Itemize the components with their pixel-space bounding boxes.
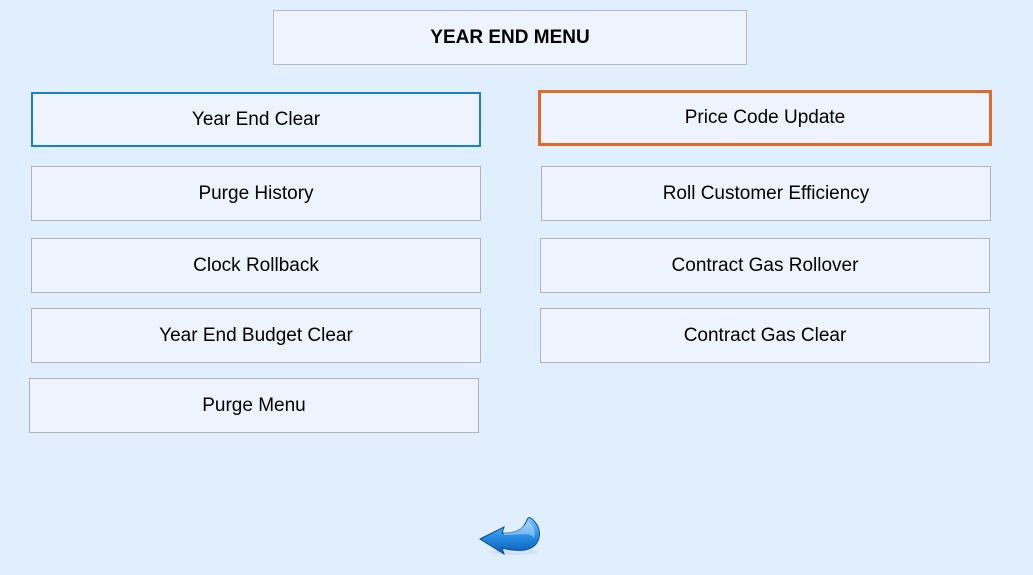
- year-end-clear-button[interactable]: Year End Clear: [31, 92, 481, 147]
- clock-rollback-button[interactable]: Clock Rollback: [31, 238, 481, 293]
- back-arrow-icon: [478, 517, 540, 556]
- roll-customer-efficiency-button[interactable]: Roll Customer Efficiency: [541, 166, 991, 221]
- back-button[interactable]: [478, 514, 546, 556]
- contract-gas-rollover-button[interactable]: Contract Gas Rollover: [540, 238, 990, 293]
- page-title: YEAR END MENU: [273, 10, 747, 65]
- purge-menu-button[interactable]: Purge Menu: [29, 378, 479, 433]
- contract-gas-clear-button[interactable]: Contract Gas Clear: [540, 308, 990, 363]
- year-end-budget-clear-button[interactable]: Year End Budget Clear: [31, 308, 481, 363]
- purge-history-button[interactable]: Purge History: [31, 166, 481, 221]
- price-code-update-button[interactable]: Price Code Update: [538, 90, 992, 146]
